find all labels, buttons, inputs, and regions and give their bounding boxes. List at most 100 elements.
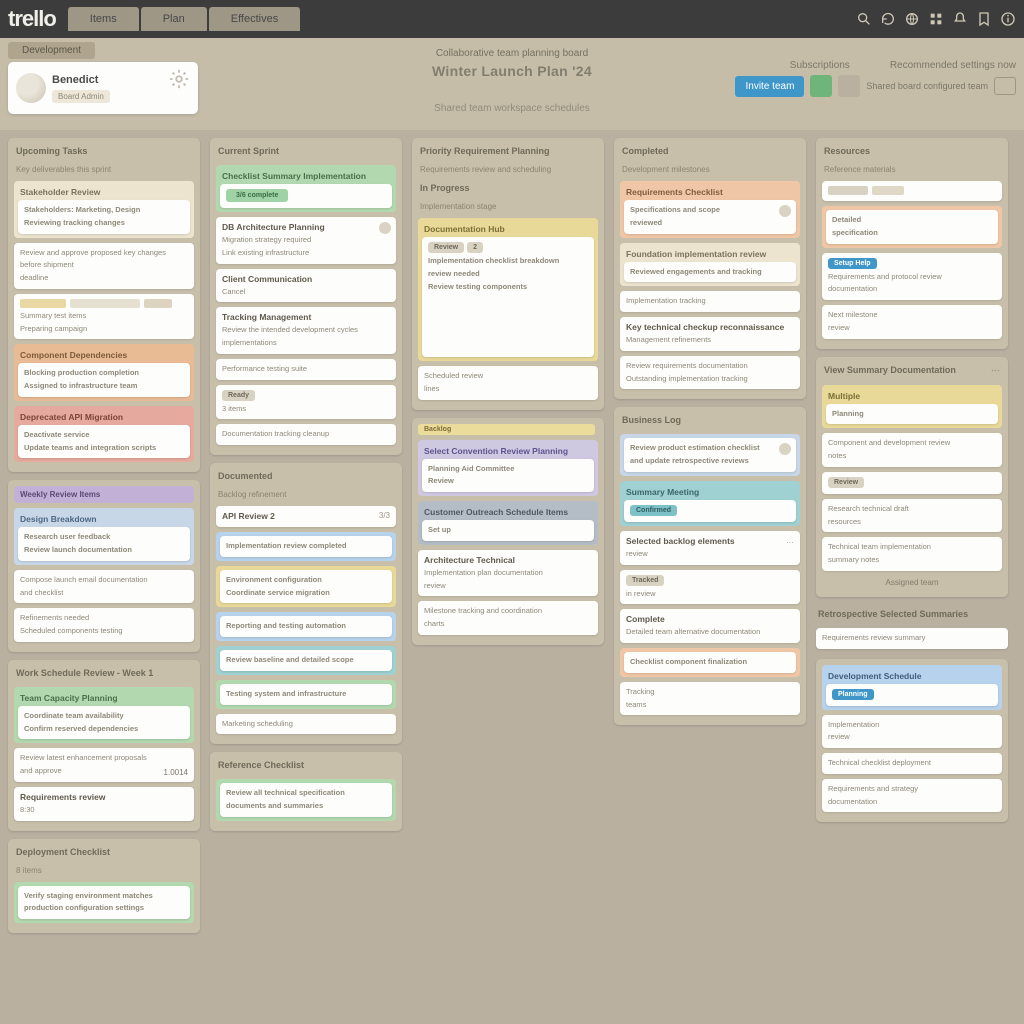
card[interactable]: Summary test itemsPreparing campaign: [14, 294, 194, 340]
list-footer-link[interactable]: Assigned team: [822, 576, 1002, 587]
list-title[interactable]: Documented: [216, 469, 396, 485]
info-icon[interactable]: [1000, 11, 1016, 27]
card[interactable]: CompleteDetailed team alternative docume…: [620, 609, 800, 643]
card[interactable]: Client CommunicationCancel: [216, 269, 396, 303]
card[interactable]: Testing system and infrastructure: [220, 684, 392, 705]
list[interactable]: Current SprintChecklist Summary Implemen…: [210, 138, 402, 455]
card[interactable]: Stakeholders: Marketing, DesignReviewing…: [18, 200, 190, 234]
card[interactable]: Planning: [826, 404, 998, 425]
card[interactable]: Technical checklist deployment: [822, 753, 1002, 774]
list-title[interactable]: View Summary Documentation ⋯: [822, 363, 1002, 380]
grid-icon[interactable]: [928, 11, 944, 27]
card[interactable]: Technical team implementationsummary not…: [822, 537, 1002, 571]
nav-tab-effectives[interactable]: Effectives: [209, 7, 301, 31]
card[interactable]: Trackedin review: [620, 570, 800, 605]
card[interactable]: Requirements review summary: [816, 628, 1008, 649]
status-pill[interactable]: Review: [428, 242, 464, 253]
board-tab[interactable]: Development: [8, 42, 95, 59]
nav-tab-items[interactable]: Items: [68, 7, 139, 31]
card[interactable]: Implementationreview: [822, 715, 1002, 749]
card-band[interactable]: Testing system and infrastructure: [216, 680, 396, 709]
card[interactable]: [822, 181, 1002, 201]
status-pill[interactable]: Setup Help: [828, 258, 877, 269]
card[interactable]: Specifications and scopereviewed: [624, 200, 796, 234]
card[interactable]: Next milestonereview: [822, 305, 1002, 339]
list[interactable]: BacklogSelect Convention Review Planning…: [412, 418, 604, 645]
card[interactable]: Documentation tracking cleanup: [216, 424, 396, 445]
list-title[interactable]: Business Log: [620, 413, 800, 429]
list-title[interactable]: Retrospective Selected Summaries: [816, 607, 1008, 623]
card[interactable]: Planning Aid CommitteeReview: [422, 459, 594, 493]
status-pill[interactable]: Review: [828, 477, 864, 488]
card-band[interactable]: Summary MeetingConfirmed: [620, 481, 800, 526]
card[interactable]: Set up: [422, 520, 594, 541]
list-title[interactable]: Priority Requirement Planning: [418, 144, 598, 160]
card-band[interactable]: Detailedspecification: [822, 206, 1002, 248]
card[interactable]: Setup HelpRequirements and protocol revi…: [822, 253, 1002, 301]
header-link-settings[interactable]: Recommended settings now: [890, 60, 1016, 71]
card[interactable]: Reviewed engagements and tracking: [624, 262, 796, 283]
list[interactable]: ResourcesReference materialsDetailedspec…: [816, 138, 1008, 349]
status-pill[interactable]: Planning: [832, 689, 874, 700]
card[interactable]: Ready3 items: [216, 385, 396, 420]
status-pill[interactable]: Ready: [222, 390, 255, 401]
card[interactable]: API Review 23/3: [216, 506, 396, 527]
list-title-pill[interactable]: Backlog: [418, 424, 595, 435]
card[interactable]: Scheduled reviewlines: [418, 366, 598, 400]
card[interactable]: Planning: [826, 684, 998, 706]
header-link-subscriptions[interactable]: Subscriptions: [790, 60, 850, 71]
view-toggle-button[interactable]: [994, 77, 1016, 95]
card-band[interactable]: MultiplePlanning: [822, 385, 1002, 429]
card[interactable]: Trackingteams: [620, 682, 800, 716]
bell-icon[interactable]: [952, 11, 968, 27]
list[interactable]: CompletedDevelopment milestonesRequireme…: [614, 138, 806, 399]
gear-icon[interactable]: [168, 68, 190, 90]
status-pill[interactable]: Tracked: [626, 575, 664, 586]
card-band[interactable]: Development SchedulePlanning: [822, 665, 1002, 710]
list-title[interactable]: Work Schedule Review - Week 1: [14, 666, 194, 682]
invite-button[interactable]: Invite team: [735, 76, 804, 97]
card-band[interactable]: Component DependenciesBlocking productio…: [14, 344, 194, 401]
card-band[interactable]: Checklist component finalization: [620, 648, 800, 677]
globe-icon[interactable]: [904, 11, 920, 27]
card[interactable]: Review requirements documentationOutstan…: [620, 356, 800, 390]
card[interactable]: Coordinate team availabilityConfirm rese…: [18, 706, 190, 740]
list[interactable]: Priority Requirement PlanningRequirement…: [412, 138, 604, 410]
card-band[interactable]: Checklist Summary Implementation3/6 comp…: [216, 165, 396, 212]
profile-card[interactable]: Benedict Board Admin: [8, 62, 198, 114]
card[interactable]: Review all technical specificationdocume…: [220, 783, 392, 817]
card[interactable]: Implementation review completed: [220, 536, 392, 557]
list[interactable]: View Summary Documentation ⋯ MultiplePlan…: [816, 357, 1008, 597]
list[interactable]: Reference ChecklistReview all technical …: [210, 752, 402, 831]
card[interactable]: Selected backlog elementsreview…: [620, 531, 800, 565]
list[interactable]: Business LogReview product estimation ch…: [614, 407, 806, 725]
card[interactable]: Key technical checkup reconnaissanceMana…: [620, 317, 800, 351]
card-band[interactable]: Environment configurationCoordinate serv…: [216, 566, 396, 608]
card[interactable]: Research user feedbackReview launch docu…: [18, 527, 190, 561]
card[interactable]: Confirmed: [624, 500, 796, 522]
card[interactable]: Blocking production completionAssigned t…: [18, 363, 190, 397]
card[interactable]: Environment configurationCoordinate serv…: [220, 570, 392, 604]
status-pill[interactable]: 2: [467, 242, 483, 253]
status-pill[interactable]: Confirmed: [630, 505, 677, 516]
card[interactable]: Review baseline and detailed scope: [220, 650, 392, 671]
card-band[interactable]: Review all technical specificationdocume…: [216, 779, 396, 821]
card-band[interactable]: Documentation HubReview2Implementation c…: [418, 218, 598, 361]
list[interactable]: Development SchedulePlanning Implementati…: [816, 659, 1008, 823]
card[interactable]: Refinements neededScheduled components t…: [14, 608, 194, 642]
list-title-band[interactable]: Weekly Review Items: [14, 486, 194, 503]
card-band[interactable]: Requirements ChecklistSpecifications and…: [620, 181, 800, 238]
card-band[interactable]: Customer Outreach Schedule ItemsSet up: [418, 501, 598, 545]
filter-button[interactable]: [838, 75, 860, 97]
card[interactable]: Tracking ManagementReview the intended d…: [216, 307, 396, 354]
card[interactable]: Review latest enhancement proposalsand a…: [14, 748, 194, 782]
card-band[interactable]: Implementation review completed: [216, 532, 396, 561]
card[interactable]: 3/6 complete: [220, 184, 392, 208]
list-title[interactable]: Completed: [620, 144, 800, 160]
status-pill[interactable]: 3/6 complete: [226, 189, 288, 202]
card[interactable]: Detailedspecification: [826, 210, 998, 244]
list[interactable]: Work Schedule Review - Week 1Team Capaci…: [8, 660, 200, 831]
card[interactable]: Milestone tracking and coordinationchart…: [418, 601, 598, 635]
card[interactable]: Reporting and testing automation: [220, 616, 392, 637]
card[interactable]: Requirements and strategydocumentation: [822, 779, 1002, 813]
